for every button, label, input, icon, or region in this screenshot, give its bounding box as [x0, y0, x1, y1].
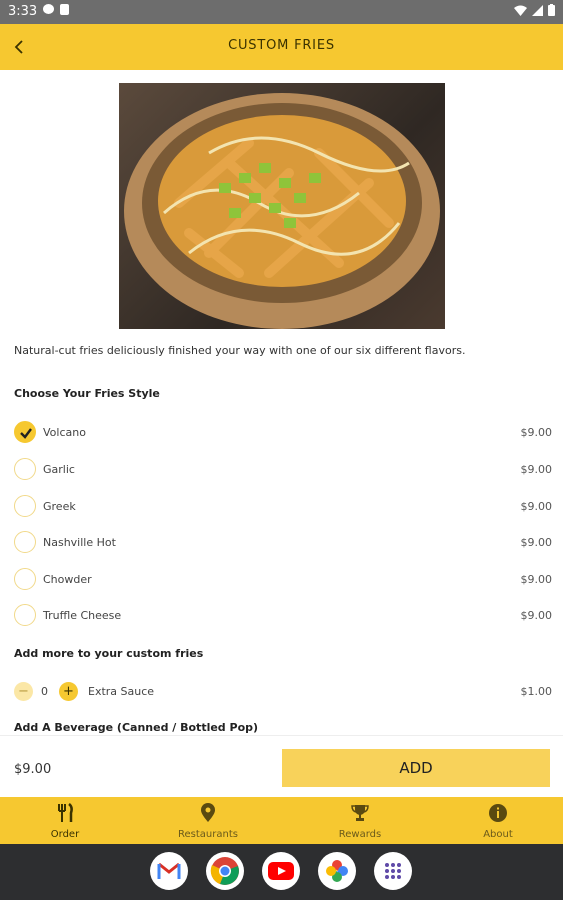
radio-checked-icon[interactable]	[14, 421, 36, 443]
addons-heading: Add more to your custom fries	[14, 647, 204, 660]
cart-bar: $9.00 ADD	[0, 735, 563, 798]
add-to-cart-button[interactable]: ADD	[282, 749, 550, 787]
option-chowder[interactable]: Chowder $9.00	[12, 565, 552, 595]
option-price: $9.00	[520, 500, 553, 513]
option-truffle-cheese[interactable]: Truffle Cheese $9.00	[12, 601, 552, 631]
chat-notification-icon	[43, 4, 54, 14]
chrome-icon[interactable]	[206, 852, 244, 890]
fork-knife-icon	[58, 803, 73, 822]
option-greek[interactable]: Greek $9.00	[12, 492, 552, 522]
product-detail[interactable]: Natural-cut fries deliciously finished y…	[0, 70, 563, 735]
fries-style-heading: Choose Your Fries Style	[14, 387, 160, 400]
nav-label: Rewards	[338, 829, 382, 840]
location-pin-icon	[201, 803, 215, 822]
app-header: CUSTOM FRIES	[0, 24, 563, 70]
nav-label: About	[483, 829, 513, 840]
option-garlic[interactable]: Garlic $9.00	[12, 455, 552, 485]
option-label: Greek	[43, 500, 76, 513]
nav-label: Order	[50, 829, 80, 840]
radio-unchecked-icon[interactable]	[14, 495, 36, 517]
signal-icon	[532, 4, 543, 16]
quantity-value: 0	[41, 685, 48, 698]
product-image	[119, 83, 445, 329]
battery-icon	[548, 4, 555, 16]
radio-unchecked-icon[interactable]	[14, 604, 36, 626]
system-dock	[0, 844, 563, 900]
option-volcano[interactable]: Volcano $9.00	[12, 418, 552, 448]
fries-bowl-illustration	[124, 93, 440, 329]
addon-price: $1.00	[520, 685, 553, 698]
option-nashville-hot[interactable]: Nashville Hot $9.00	[12, 528, 552, 558]
radio-unchecked-icon[interactable]	[14, 531, 36, 553]
photos-icon[interactable]	[318, 852, 356, 890]
decrement-button[interactable]: −	[14, 682, 33, 701]
app-drawer-icon[interactable]	[374, 852, 412, 890]
nav-order[interactable]: Order	[10, 797, 120, 844]
option-label: Truffle Cheese	[43, 609, 122, 622]
beverage-heading: Add A Beverage (Canned / Bottled Pop)	[14, 721, 259, 734]
addon-extra-sauce: − 0 + Extra Sauce $1.00	[12, 680, 552, 704]
page-title: CUSTOM FRIES	[228, 38, 335, 53]
increment-button[interactable]: +	[59, 682, 78, 701]
nav-restaurants[interactable]: Restaurants	[153, 797, 263, 844]
radio-unchecked-icon[interactable]	[14, 458, 36, 480]
option-price: $9.00	[520, 463, 553, 476]
checkmark-icon	[20, 428, 32, 439]
status-time: 3:33	[8, 4, 38, 19]
option-label: Chowder	[43, 573, 92, 586]
youtube-icon[interactable]	[262, 852, 300, 890]
radio-unchecked-icon[interactable]	[14, 568, 36, 590]
option-price: $9.00	[520, 426, 553, 439]
notification-icons	[43, 4, 69, 15]
option-label: Garlic	[43, 463, 75, 476]
cart-total: $9.00	[14, 762, 52, 777]
nav-about[interactable]: About	[443, 797, 553, 844]
wifi-icon	[514, 5, 527, 16]
nav-label: Restaurants	[178, 829, 238, 840]
option-price: $9.00	[520, 536, 553, 549]
gmail-icon[interactable]	[150, 852, 188, 890]
status-bar: 3:33	[0, 0, 563, 24]
nav-rewards[interactable]: Rewards	[305, 797, 415, 844]
option-label: Nashville Hot	[43, 536, 116, 549]
option-price: $9.00	[520, 609, 553, 622]
info-icon	[489, 804, 507, 822]
system-status-icons	[514, 4, 555, 16]
bottom-navigation: Order Restaurants Rewards About	[0, 797, 563, 844]
addon-label: Extra Sauce	[88, 685, 155, 698]
option-label: Volcano	[43, 426, 86, 439]
trophy-icon	[351, 805, 369, 821]
product-description: Natural-cut fries deliciously finished y…	[14, 344, 466, 357]
sim-notification-icon	[60, 4, 69, 15]
option-price: $9.00	[520, 573, 553, 586]
